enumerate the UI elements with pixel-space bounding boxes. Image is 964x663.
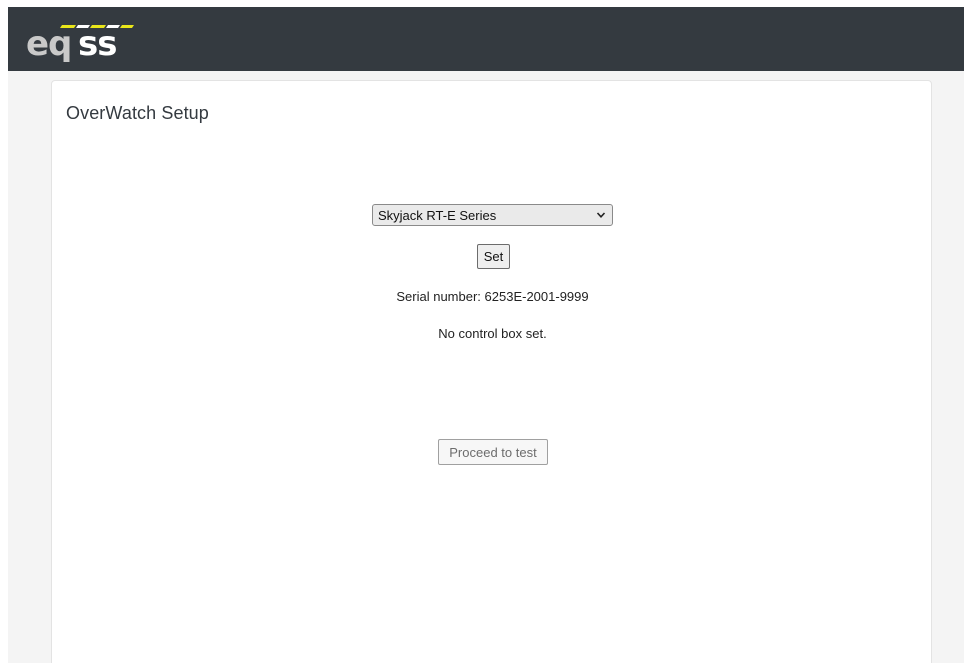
eqss-logo-mark: eq ss	[26, 24, 134, 63]
model-select[interactable]: Skyjack RT-E Series	[372, 204, 613, 226]
chevron-down-icon	[596, 212, 606, 218]
setup-card: OverWatch Setup Skyjack RT-E Series Set …	[51, 80, 932, 663]
logo-letters-eq: eq	[26, 24, 71, 63]
eqss-logo[interactable]: eq ss	[24, 19, 144, 63]
control-box-status: No control box set.	[438, 326, 547, 341]
proceed-to-test-button[interactable]: Proceed to test	[438, 439, 548, 465]
serial-number-text: Serial number: 6253E-2001-9999	[396, 289, 589, 304]
set-button[interactable]: Set	[477, 244, 510, 269]
model-select-value: Skyjack RT-E Series	[378, 208, 497, 223]
top-navbar: eq ss	[8, 7, 964, 71]
app-window: eq ss OverWatch Setup Skyjack RT-E Serie…	[0, 0, 964, 663]
page-title: OverWatch Setup	[66, 103, 209, 123]
logo-letters-ss: ss	[78, 24, 116, 63]
